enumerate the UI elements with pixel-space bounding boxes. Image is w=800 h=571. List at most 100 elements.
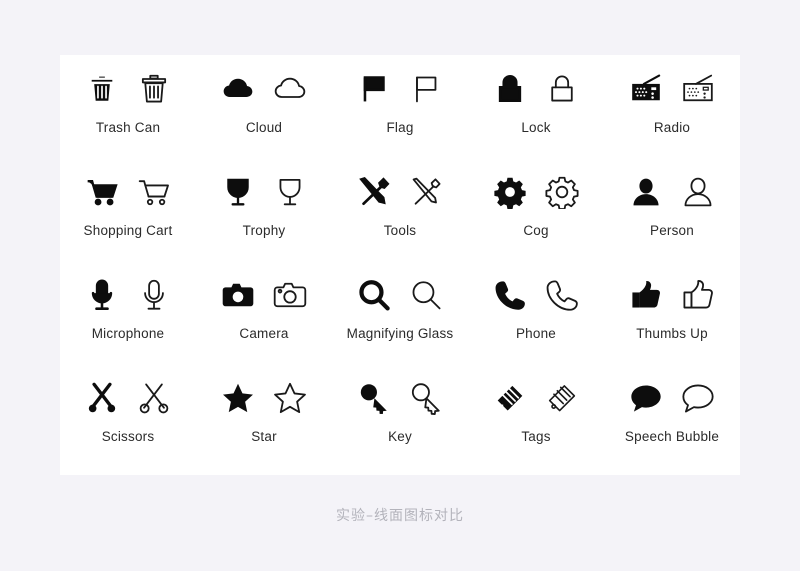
lock-icon-outline[interactable] [545,72,579,106]
icon-cell-person[interactable]: Person [604,164,740,267]
icon-pair [221,67,307,111]
icon-pair [85,170,171,214]
icon-comparison-card: Trash Can Cloud Flag Lock Radio Shopping… [60,55,740,475]
thumbs-up-icon-outline[interactable] [681,278,715,312]
trash-can-icon-solid[interactable] [85,72,119,106]
key-icon-solid[interactable] [357,381,391,415]
icon-label: Radio [653,120,691,135]
icon-label: Lock [521,120,551,135]
trophy-icon-solid[interactable] [221,175,255,209]
icon-cell-lock[interactable]: Lock [468,61,604,164]
person-icon-solid[interactable] [629,175,663,209]
camera-icon-solid[interactable] [221,278,255,312]
lock-icon-solid[interactable] [493,72,527,106]
icon-pair [493,376,579,420]
icon-cell-cloud[interactable]: Cloud [196,61,332,164]
icon-pair [357,67,443,111]
icon-pair [85,376,171,420]
icon-label: Thumbs Up [636,326,708,341]
star-icon-outline[interactable] [273,381,307,415]
icon-pair [221,273,307,317]
icon-cell-tools[interactable]: Tools [332,164,468,267]
shopping-cart-icon-outline[interactable] [137,175,171,209]
icon-cell-phone[interactable]: Phone [468,267,604,370]
icon-cell-trophy[interactable]: Trophy [196,164,332,267]
icon-label: Microphone [91,326,165,341]
icon-pair [629,170,715,214]
icon-cell-speech-bubble[interactable]: Speech Bubble [604,370,740,473]
speech-bubble-icon-solid[interactable] [629,381,663,415]
icon-cell-thumbs-up[interactable]: Thumbs Up [604,267,740,370]
tags-icon-solid[interactable] [493,381,527,415]
icon-label: Cloud [245,120,283,135]
icon-cell-flag[interactable]: Flag [332,61,468,164]
icon-label: Star [251,429,277,444]
cloud-icon-solid[interactable] [221,72,255,106]
icon-label: Cog [523,223,549,238]
key-icon-outline[interactable] [409,381,443,415]
microphone-icon-solid[interactable] [85,278,119,312]
icon-pair [221,170,307,214]
icon-label: Trash Can [95,120,161,135]
icon-label: Magnifying Glass [346,326,454,341]
phone-icon-outline[interactable] [545,278,579,312]
tags-icon-outline[interactable] [545,381,579,415]
icon-cell-key[interactable]: Key [332,370,468,473]
icon-label: Tags [521,429,551,444]
icon-label: Shopping Cart [83,223,173,238]
icon-cell-camera[interactable]: Camera [196,267,332,370]
icon-cell-shopping-cart[interactable]: Shopping Cart [60,164,196,267]
flag-icon-outline[interactable] [409,72,443,106]
icon-label: Phone [515,326,557,341]
icon-cell-radio[interactable]: Radio [604,61,740,164]
cog-icon-outline[interactable] [545,175,579,209]
radio-icon-outline[interactable] [681,72,715,106]
radio-icon-solid[interactable] [629,72,663,106]
icon-grid: Trash Can Cloud Flag Lock Radio Shopping… [60,55,740,475]
magnifying-glass-icon-outline[interactable] [409,278,443,312]
trash-can-icon-outline[interactable] [137,72,171,106]
cloud-icon-outline[interactable] [273,72,307,106]
person-icon-outline[interactable] [681,175,715,209]
icon-cell-trash-can[interactable]: Trash Can [60,61,196,164]
icon-pair [493,273,579,317]
icon-pair [357,273,443,317]
icon-label: Trophy [242,223,286,238]
icon-pair [493,67,579,111]
scissors-icon-solid[interactable] [85,381,119,415]
flag-icon-solid[interactable] [357,72,391,106]
icon-cell-magnifying-glass[interactable]: Magnifying Glass [332,267,468,370]
icon-pair [629,67,715,111]
scissors-icon-outline[interactable] [137,381,171,415]
camera-icon-outline[interactable] [273,278,307,312]
icon-cell-cog[interactable]: Cog [468,164,604,267]
icon-label: Tools [383,223,417,238]
icon-cell-scissors[interactable]: Scissors [60,370,196,473]
thumbs-up-icon-solid[interactable] [629,278,663,312]
star-icon-solid[interactable] [221,381,255,415]
phone-icon-solid[interactable] [493,278,527,312]
cog-icon-solid[interactable] [493,175,527,209]
icon-label: Scissors [101,429,155,444]
figure-caption: 实验–线面图标对比 [336,508,464,524]
icon-cell-star[interactable]: Star [196,370,332,473]
icon-cell-tags[interactable]: Tags [468,370,604,473]
icon-pair [221,376,307,420]
icon-pair [85,273,171,317]
icon-label: Key [388,429,412,444]
shopping-cart-icon-solid[interactable] [85,175,119,209]
icon-label: Speech Bubble [624,429,720,444]
magnifying-glass-icon-solid[interactable] [357,278,391,312]
icon-pair [493,170,579,214]
icon-pair [629,376,715,420]
icon-cell-microphone[interactable]: Microphone [60,267,196,370]
speech-bubble-icon-outline[interactable] [681,381,715,415]
tools-icon-solid[interactable] [357,175,391,209]
trophy-icon-outline[interactable] [273,175,307,209]
icon-label: Person [650,223,694,238]
icon-label: Flag [386,120,414,135]
tools-icon-outline[interactable] [409,175,443,209]
icon-pair [629,273,715,317]
microphone-icon-outline[interactable] [137,278,171,312]
icon-pair [85,67,171,111]
